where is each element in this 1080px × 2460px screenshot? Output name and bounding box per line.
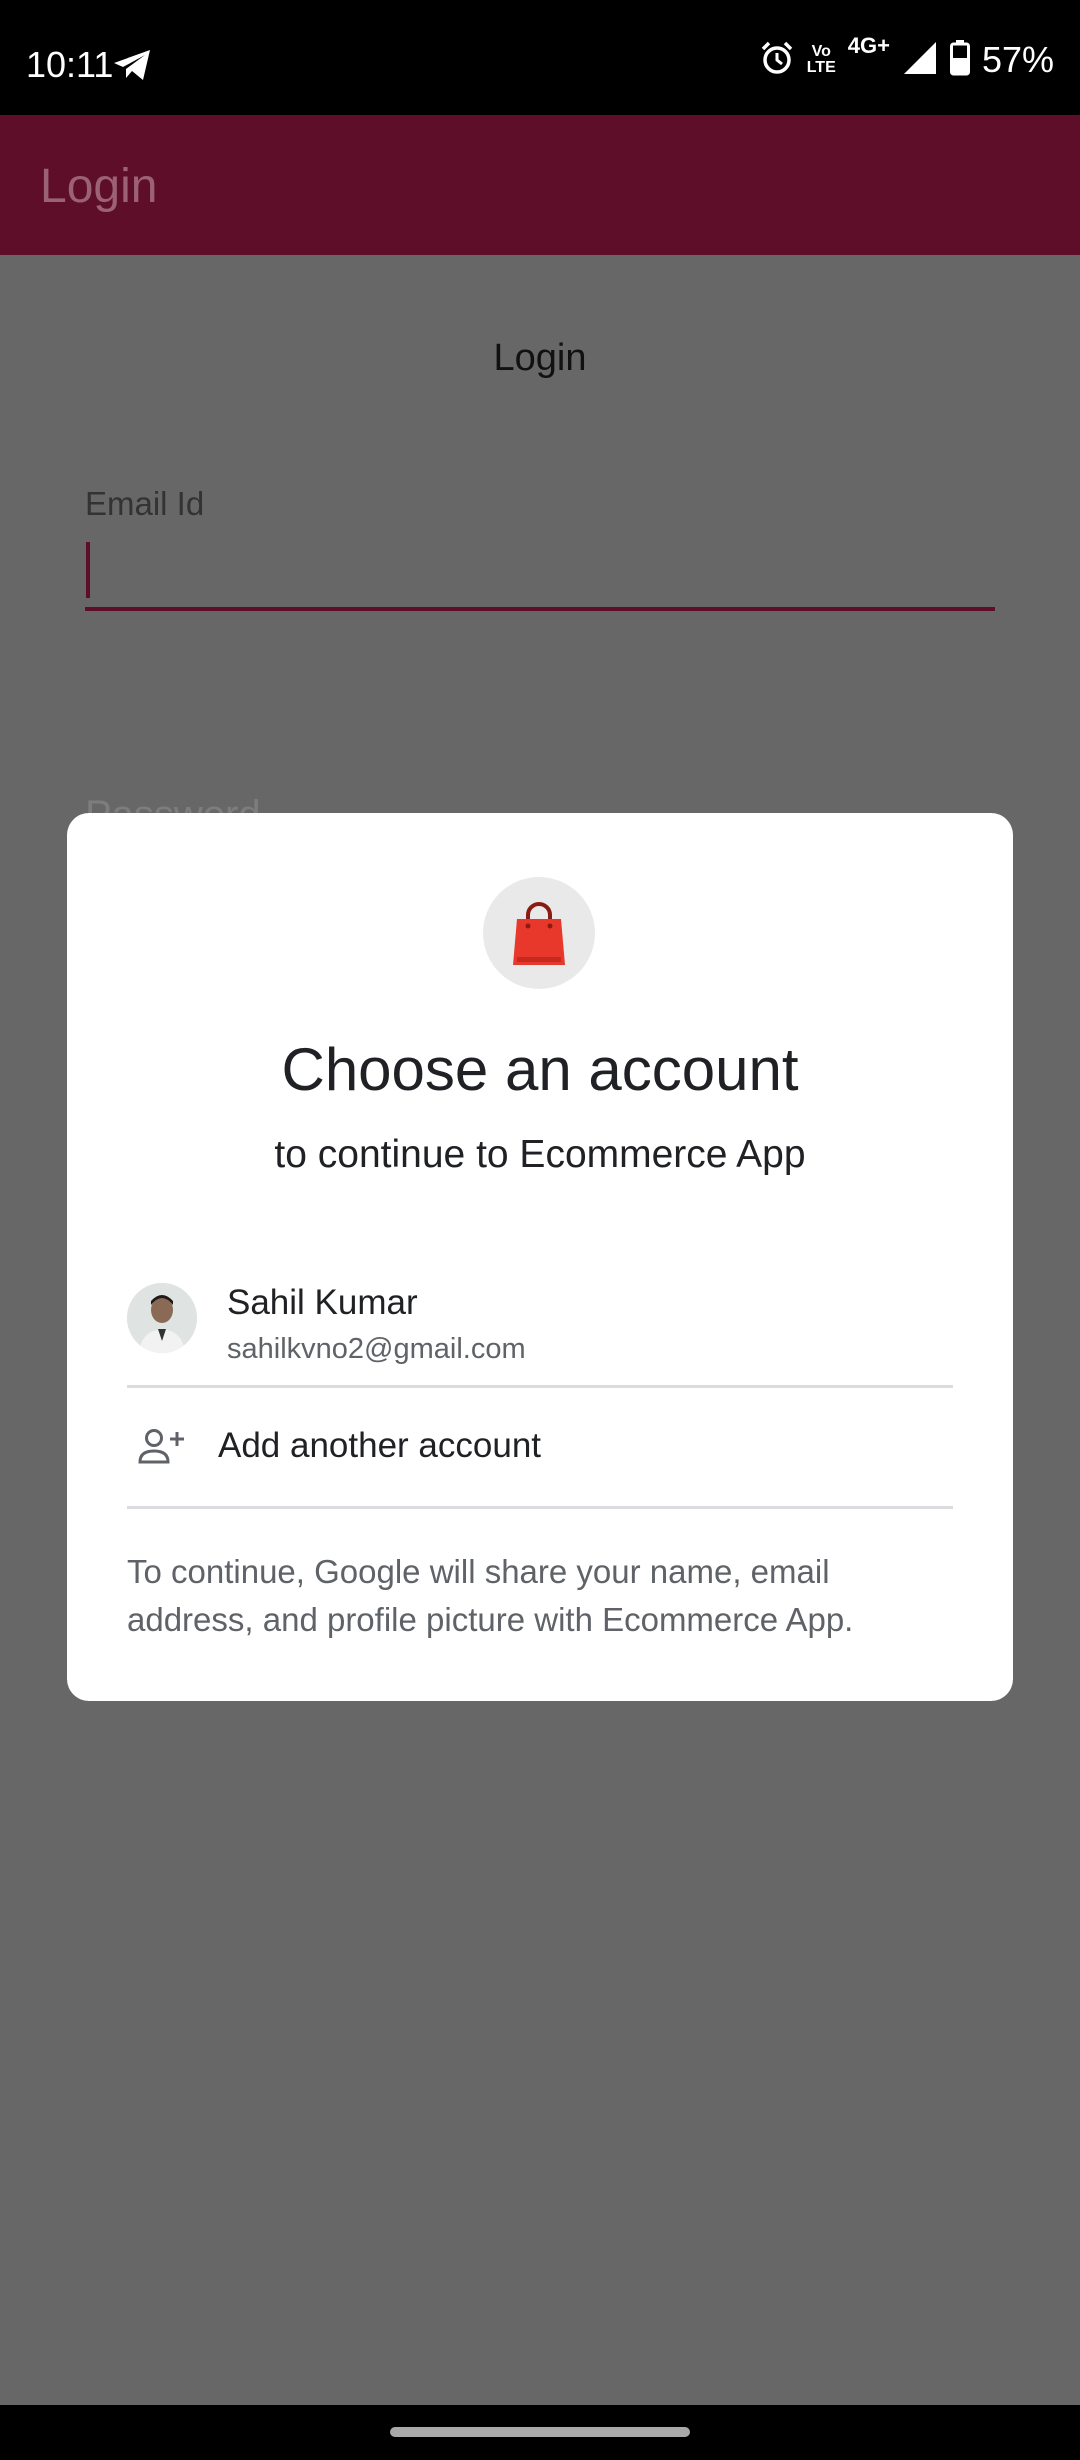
- alarm-icon: [759, 40, 795, 81]
- account-name: Sahil Kumar: [227, 1283, 418, 1322]
- account-chooser-dialog: Choose an account to continue to Ecommer…: [67, 813, 1013, 1701]
- email-label: Email Id: [85, 485, 205, 522]
- login-heading: Login: [493, 337, 587, 379]
- add-person-icon: [137, 1426, 187, 1471]
- add-another-account-button[interactable]: Add another account: [127, 1388, 953, 1506]
- signal-icon: [902, 40, 938, 81]
- dialog-title: Choose an account: [281, 1036, 799, 1103]
- dialog-subtitle: to continue to Ecommerce App: [274, 1133, 806, 1176]
- network-type: 4G+: [847, 33, 890, 58]
- email-field[interactable]: [85, 607, 995, 611]
- volte-indicator: Vo LTE: [806, 43, 836, 76]
- app-bar-title: Login: [40, 160, 158, 213]
- avatar: [127, 1283, 197, 1353]
- telegram-icon: [112, 48, 152, 87]
- disclaimer-text: To continue, Google will share your name…: [127, 1553, 854, 1638]
- status-time: 10:11: [26, 44, 114, 85]
- email-cursor: [86, 542, 90, 598]
- divider: [127, 1506, 953, 1509]
- navigation-bar: [0, 2405, 1080, 2460]
- add-account-label: Add another account: [218, 1426, 542, 1465]
- app-logo: [483, 877, 595, 989]
- account-email: sahilkvno2@gmail.com: [227, 1333, 526, 1365]
- battery-icon: [949, 39, 970, 81]
- battery-percent: 57%: [981, 39, 1054, 80]
- account-item[interactable]: Sahil Kumar sahilkvno2@gmail.com: [127, 1253, 953, 1383]
- home-handle[interactable]: [390, 2427, 690, 2437]
- shopping-bag-icon: [513, 902, 565, 965]
- app-bar: Login: [0, 115, 1080, 255]
- status-bar: 10:11 Vo LTE 4G+ 57%: [0, 0, 1080, 115]
